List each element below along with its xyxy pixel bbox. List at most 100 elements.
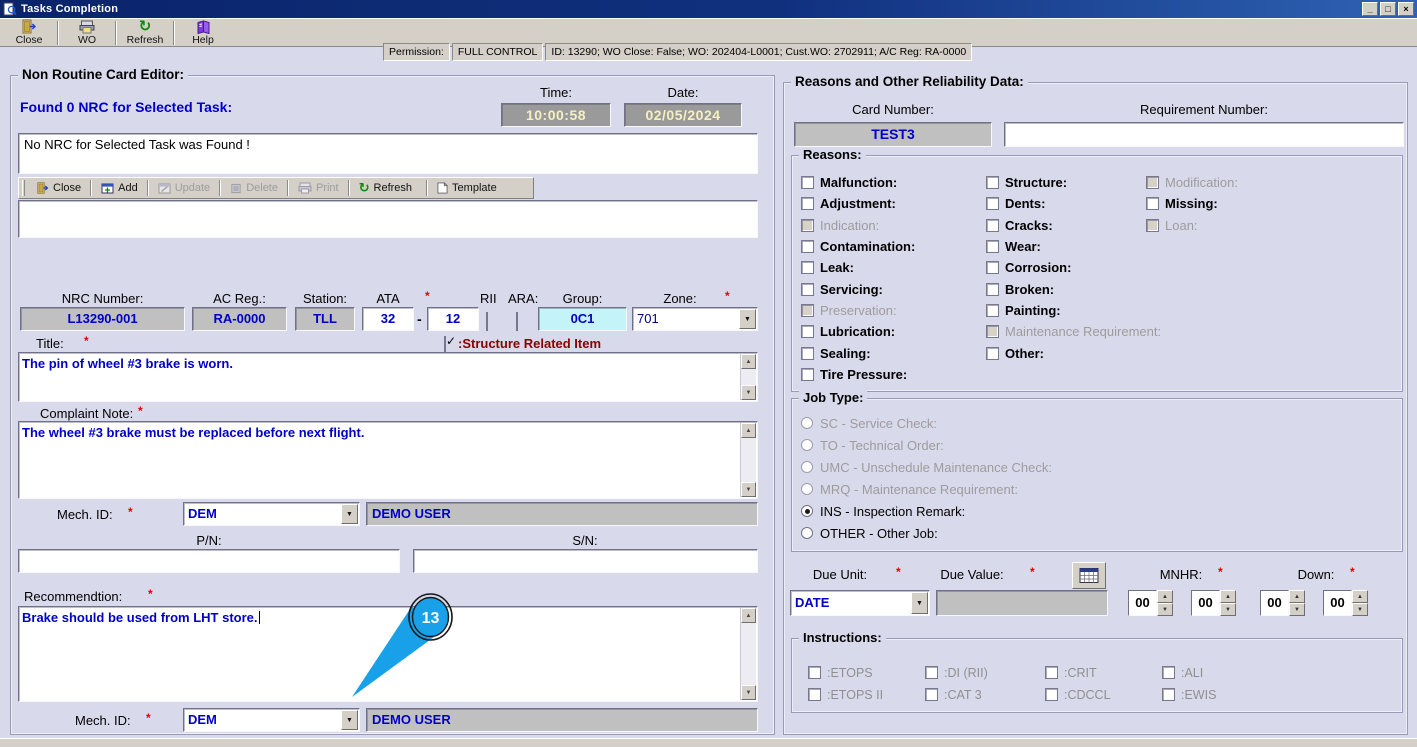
job-type-radio-to-technical-order: [801, 439, 813, 451]
instruction-checkbox-cat-3[interactable]: [925, 688, 938, 702]
reason-checkbox-corrosion[interactable]: [986, 261, 999, 275]
reason-checkbox-cracks[interactable]: [986, 218, 999, 232]
refresh-button[interactable]: ↻ Refresh: [120, 19, 170, 47]
mnhr-spinner-1-value[interactable]: 00: [1128, 590, 1157, 616]
mech-id-dropdown-button[interactable]: ▼: [341, 504, 358, 524]
scroll-down-icon[interactable]: ▼: [741, 385, 756, 400]
add-window-icon: [101, 183, 114, 194]
calendar-button[interactable]: [1072, 562, 1106, 589]
date-value: 02/05/2024: [624, 103, 742, 127]
nrc-template-button[interactable]: Template: [429, 179, 505, 198]
wo-button[interactable]: WO: [62, 19, 112, 46]
spin-down-button[interactable]: ▼: [1289, 603, 1305, 616]
reason-checkbox-malfunction[interactable]: [801, 176, 814, 190]
scroll-up-icon[interactable]: ▲: [741, 608, 756, 623]
instruction-checkbox-di-rii[interactable]: [925, 666, 938, 680]
restore-button[interactable]: □: [1380, 2, 1396, 16]
zone-dropdown-button[interactable]: ▼: [739, 309, 756, 329]
ata-minor-input[interactable]: 12: [427, 307, 479, 331]
minimize-button[interactable]: _: [1362, 2, 1378, 16]
pn-input[interactable]: [18, 549, 400, 573]
ata-label: ATA: [376, 291, 400, 306]
due-unit-combobox[interactable]: DATE ▼: [790, 590, 930, 616]
job-type-radio-other-other-job[interactable]: [801, 527, 813, 539]
recommendation-scrollbar[interactable]: ▲ ▼: [740, 608, 756, 700]
reason-checkbox-missing[interactable]: [1146, 197, 1159, 211]
close-button[interactable]: Close: [4, 19, 54, 46]
spin-down-button[interactable]: ▼: [1157, 603, 1173, 616]
ara-checkbox[interactable]: [516, 312, 518, 331]
scroll-down-icon[interactable]: ▼: [741, 685, 756, 700]
zone-required-marker: *: [725, 289, 730, 303]
reason-checkbox-dents[interactable]: [986, 197, 999, 211]
spin-down-button[interactable]: ▼: [1352, 603, 1368, 616]
down-spinner-1-value[interactable]: 00: [1260, 590, 1289, 616]
spin-up-button[interactable]: ▲: [1289, 590, 1305, 603]
arrow-down-icon: ▼: [1357, 606, 1363, 613]
help-button[interactable]: Help: [178, 19, 228, 46]
down-spinner-2-value[interactable]: 00: [1323, 590, 1352, 616]
ata-major-input[interactable]: 32: [362, 307, 414, 331]
reason-checkbox-broken[interactable]: [986, 282, 999, 296]
reason-checkbox-wear[interactable]: [986, 240, 999, 254]
reason-row-tire-pressure: Tire Pressure:: [801, 364, 984, 385]
nrc-close-button[interactable]: Close: [29, 179, 89, 198]
card-number-label: Card Number:: [852, 102, 934, 117]
spin-up-button[interactable]: ▲: [1352, 590, 1368, 603]
nrc-detail-list[interactable]: [18, 200, 758, 238]
reason-checkbox-other[interactable]: [986, 346, 999, 360]
reason-row-sealing: Sealing:: [801, 342, 984, 363]
instruction-label-ewis: :EWIS: [1181, 687, 1217, 702]
instruction-checkbox-crit[interactable]: [1045, 666, 1058, 680]
zone-combobox[interactable]: 701 ▼: [632, 307, 758, 331]
instruction-checkbox-ali[interactable]: [1162, 666, 1175, 680]
scroll-up-icon[interactable]: ▲: [741, 423, 756, 438]
reason-checkbox-contamination[interactable]: [801, 240, 814, 254]
due-unit-dropdown-button[interactable]: ▼: [911, 592, 928, 614]
requirement-number-input[interactable]: [1004, 122, 1404, 147]
mech-id2-combobox[interactable]: DEM ▼: [183, 708, 360, 732]
reason-checkbox-structure[interactable]: [986, 176, 999, 190]
requirement-number-label: Requirement Number:: [1140, 102, 1268, 117]
close-window-button[interactable]: ×: [1398, 2, 1414, 16]
spin-up-button[interactable]: ▲: [1157, 590, 1173, 603]
reason-label-cracks: Cracks:: [1005, 217, 1053, 233]
spin-down-button[interactable]: ▼: [1220, 603, 1236, 616]
mech-id2-value: DEM: [188, 712, 217, 727]
reason-checkbox-lubrication[interactable]: [801, 325, 814, 339]
rii-checkbox[interactable]: [486, 312, 488, 331]
arrow-down-icon: ▼: [1162, 606, 1168, 613]
nrc-add-button[interactable]: Add: [93, 179, 146, 198]
recommendation-textarea[interactable]: Brake should be used from LHT store. ▲ ▼: [18, 606, 758, 702]
reason-checkbox-adjustment[interactable]: [801, 197, 814, 211]
complaint-textarea[interactable]: The wheel #3 brake must be replaced befo…: [18, 421, 758, 499]
nrc-result-list[interactable]: No NRC for Selected Task was Found !: [18, 133, 758, 174]
mnhr-spinner-2-value[interactable]: 00: [1191, 590, 1220, 616]
reason-checkbox-sealing[interactable]: [801, 346, 814, 360]
title-textarea[interactable]: The pin of wheel #3 brake is worn. ▲ ▼: [18, 352, 758, 402]
mech-id2-dropdown-button[interactable]: ▼: [341, 710, 358, 730]
reason-row-adjustment: Adjustment:: [801, 193, 984, 214]
instruction-checkbox-cdccl[interactable]: [1045, 688, 1058, 702]
instruction-checkbox-etops-ii[interactable]: [808, 688, 821, 702]
nrc-refresh-button[interactable]: ↻ Refresh: [351, 179, 420, 198]
scroll-up-icon[interactable]: ▲: [741, 354, 756, 369]
instruction-label-etops-ii: :ETOPS II: [827, 687, 884, 702]
reason-row-lubrication: Lubrication:: [801, 321, 984, 342]
instruction-checkbox-etops[interactable]: [808, 666, 821, 680]
reason-row-structure: Structure:: [986, 172, 1144, 193]
title-scrollbar[interactable]: ▲ ▼: [740, 354, 756, 400]
scroll-down-icon[interactable]: ▼: [741, 482, 756, 497]
group-value: 0C1: [538, 307, 627, 331]
spin-up-button[interactable]: ▲: [1220, 590, 1236, 603]
mech-id-combobox[interactable]: DEM ▼: [183, 502, 360, 526]
sn-input[interactable]: [413, 549, 758, 573]
reason-checkbox-tire-pressure[interactable]: [801, 367, 814, 381]
job-type-radio-ins-inspection-remark[interactable]: [801, 505, 813, 517]
complaint-scrollbar[interactable]: ▲ ▼: [740, 423, 756, 497]
reason-checkbox-servicing[interactable]: [801, 282, 814, 296]
reason-checkbox-painting[interactable]: [986, 303, 999, 317]
reason-checkbox-leak[interactable]: [801, 261, 814, 275]
sn-label: S/N:: [572, 533, 598, 548]
instruction-checkbox-ewis[interactable]: [1162, 688, 1175, 702]
